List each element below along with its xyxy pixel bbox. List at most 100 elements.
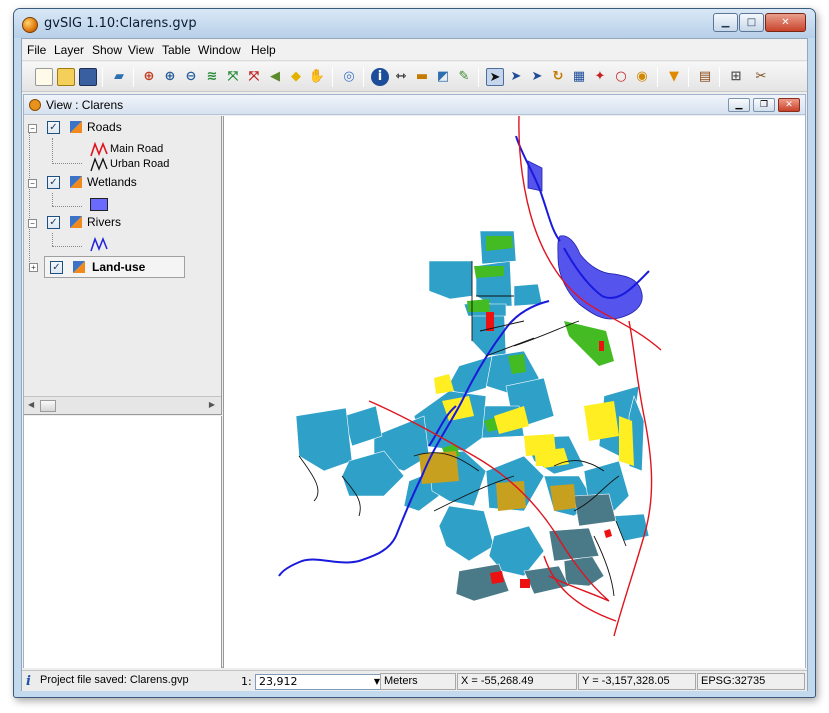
toolbar-separator	[102, 67, 103, 87]
scale-value: 23,912	[259, 675, 298, 688]
layer-name: Roads	[87, 120, 122, 134]
attribute-table-icon[interactable]: ▤	[696, 68, 714, 86]
locator-map[interactable]	[24, 416, 222, 668]
view-restore-button[interactable]: ❐	[753, 98, 775, 112]
filter-icon[interactable]: ▼	[665, 68, 683, 86]
invert-selection-icon[interactable]: ↻	[549, 68, 567, 86]
scale-combobox[interactable]: 23,912 ▼	[255, 674, 385, 690]
vector-layer-icon	[70, 176, 82, 188]
select-by-polyline-icon[interactable]: ✦	[591, 68, 609, 86]
view-close-button[interactable]: ✕	[778, 98, 800, 112]
menu-help[interactable]: Help	[251, 43, 276, 57]
wetlands-fill-symbol	[90, 198, 108, 211]
zoom-select-icon[interactable]: ⤧	[245, 68, 263, 86]
menu-file[interactable]: File	[27, 43, 46, 57]
scroll-left-icon[interactable]: ◀	[28, 400, 34, 409]
epsg-code: EPSG:32735	[697, 673, 805, 690]
select-by-circle-icon[interactable]: ○	[612, 68, 630, 86]
map-drawing	[278, 115, 662, 637]
vector-layer-icon	[70, 216, 82, 228]
new-project-icon[interactable]	[35, 68, 53, 86]
menu-table[interactable]: Table	[162, 43, 191, 57]
tree-line	[52, 138, 53, 164]
zoom-out-icon[interactable]: ⊖	[182, 68, 200, 86]
collapse-icon[interactable]: −	[28, 179, 37, 188]
zoom-full-icon[interactable]: ⤧	[224, 68, 242, 86]
info-icon: i	[26, 674, 31, 689]
measure-area-icon[interactable]: ◩	[434, 68, 452, 86]
measure-distance-icon[interactable]: ⇿	[392, 68, 410, 86]
open-project-icon[interactable]	[57, 68, 75, 86]
menu-show[interactable]: Show	[92, 43, 122, 57]
select-by-point-icon[interactable]: ➤	[507, 68, 525, 86]
status-bar: i Project file saved: Clarens.gvp 1: 23,…	[22, 670, 807, 691]
zoom-selection-icon[interactable]: ◆	[287, 68, 305, 86]
toolbar-separator	[719, 67, 720, 87]
layer-land-use[interactable]: + ✓ Land-use	[29, 256, 185, 278]
layer-rivers[interactable]: − ✓ Rivers	[24, 215, 222, 231]
menu-window[interactable]: Window	[198, 43, 241, 57]
map-canvas[interactable]	[223, 115, 805, 668]
tree-line	[52, 206, 82, 207]
add-layer-icon[interactable]: ▰	[110, 68, 128, 86]
select-pointer-icon[interactable]: ➤	[486, 68, 504, 86]
select-by-buffer-icon[interactable]: ◉	[633, 68, 651, 86]
layer-visibility-checkbox[interactable]: ✓	[47, 216, 60, 229]
scroll-right-icon[interactable]: ▶	[209, 400, 215, 409]
layer-name: Rivers	[87, 215, 122, 229]
locator-icon[interactable]: ◎	[340, 68, 358, 86]
wetland-polygon	[527, 160, 643, 320]
client-area: File Layer Show View Table Window Help ▰…	[21, 38, 808, 691]
expand-icon[interactable]: +	[29, 263, 38, 272]
zoom-previous-icon[interactable]: ◀	[266, 68, 284, 86]
view-minimize-button[interactable]: ▁	[728, 98, 750, 112]
toolbar-separator	[657, 67, 658, 87]
close-button[interactable]: ✕	[765, 13, 806, 32]
menu-view[interactable]: View	[128, 43, 154, 57]
hyperlink-icon[interactable]: ✎	[455, 68, 473, 86]
tree-line	[52, 246, 82, 247]
layer-roads[interactable]: − ✓ Roads	[24, 120, 222, 136]
view-icon	[29, 99, 41, 111]
tree-line	[52, 193, 53, 206]
maximize-button[interactable]: □	[739, 13, 764, 32]
zoom-in-icon[interactable]: ⊕	[140, 68, 158, 86]
layer-visibility-checkbox[interactable]: ✓	[50, 261, 63, 274]
view-window: View : Clarens ▁ ❐ ✕ − ✓ Roads Main Road…	[23, 94, 806, 668]
preferences-tools-icon[interactable]: ✂	[752, 68, 770, 86]
toc-horizontal-scrollbar[interactable]: ◀ ▶	[24, 396, 221, 414]
river-line-icon	[90, 237, 108, 252]
layer-name: Wetlands	[87, 175, 137, 189]
status-message: Project file saved: Clarens.gvp	[40, 674, 189, 686]
view-title-bar: View : Clarens ▁ ❐ ✕	[24, 95, 805, 115]
layer-wetlands[interactable]: − ✓ Wetlands	[24, 175, 222, 191]
y-coordinate: Y = -3,157,328.05	[578, 673, 696, 690]
collapse-icon[interactable]: −	[28, 124, 37, 133]
menu-bar: File Layer Show View Table Window Help	[22, 39, 807, 61]
urban-road-line-icon	[90, 157, 108, 172]
layer-visibility-checkbox[interactable]: ✓	[47, 121, 60, 134]
layer-visibility-checkbox[interactable]: ✓	[47, 176, 60, 189]
select-by-polygon-icon[interactable]: ▦	[570, 68, 588, 86]
collapse-icon[interactable]: −	[28, 219, 37, 228]
menu-layer[interactable]: Layer	[54, 43, 84, 57]
toolbar-separator	[688, 67, 689, 87]
info-icon[interactable]: i	[371, 68, 389, 86]
measure-icon[interactable]: ▬	[413, 68, 431, 86]
save-project-icon[interactable]	[79, 68, 97, 86]
legend-label: Main Road	[110, 143, 164, 155]
select-by-rectangle-icon[interactable]: ➤	[528, 68, 546, 86]
zoom-layers-icon[interactable]: ≋	[203, 68, 221, 86]
main-road-line-icon	[90, 142, 108, 157]
pan-hand-icon[interactable]: ✋	[308, 68, 326, 86]
layout-icon[interactable]: ⊞	[727, 68, 745, 86]
tree-line	[52, 233, 53, 246]
toolbar-separator	[478, 67, 479, 87]
table-of-contents: − ✓ Roads Main Road Urban Road − ✓ Wetla…	[24, 116, 222, 415]
window-title: gvSIG 1.10:Clarens.gvp	[44, 16, 197, 31]
gvsig-app-icon	[22, 17, 38, 33]
app-window: gvSIG 1.10:Clarens.gvp ▁ □ ✕ File Layer …	[13, 8, 816, 698]
scroll-thumb[interactable]	[40, 400, 56, 412]
minimize-button[interactable]: ▁	[713, 13, 738, 32]
zoom-in-center-icon[interactable]: ⊕	[161, 68, 179, 86]
